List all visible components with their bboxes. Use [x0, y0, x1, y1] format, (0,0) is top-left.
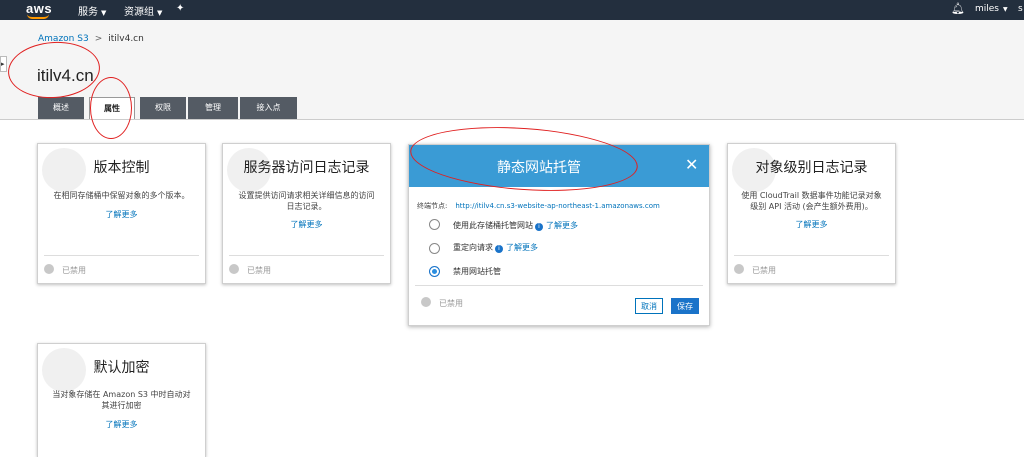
versioning-card[interactable]: 版本控制 在相同存储桶中保留对象的多个版本。 了解更多 已禁用 [37, 143, 206, 284]
aws-logo-smile [27, 14, 49, 19]
resource-groups-menu[interactable]: 资源组 ▼ [124, 3, 162, 18]
radio-disable-hosting[interactable] [429, 266, 440, 277]
user-menu[interactable]: miles ▼ [975, 4, 1008, 14]
chevron-down-icon: ▼ [157, 9, 163, 17]
object-level-logging-card[interactable]: 对象级别日志记录 使用 CloudTrail 数据事件功能记录对象级别 API … [727, 143, 896, 284]
annotation-circle-properties-tab [90, 77, 132, 139]
top-nav-bar: aws 服务 ▼ 资源组 ▼ ✦ 🔔︎ miles ▼ s [0, 0, 1024, 20]
default-encryption-card[interactable]: 默认加密 当对象存储在 Amazon S3 中时自动对其进行加密 了解更多 [37, 343, 206, 457]
card-title: 默认加密 [93, 360, 150, 376]
card-title: 对象级别日志记录 [755, 160, 868, 176]
learn-more-link[interactable]: 了解更多 [38, 209, 205, 220]
card-description: 在相同存储桶中保留对象的多个版本。 [53, 191, 190, 200]
breadcrumb-current: itilv4.cn [108, 34, 144, 44]
status-indicator [229, 264, 239, 274]
option-label: 重定向请求 [453, 243, 493, 252]
endpoint-label: 终端节点: [417, 202, 448, 210]
learn-more-link[interactable]: 了解更多 [38, 419, 205, 430]
bell-icon[interactable]: 🔔︎ [951, 2, 965, 15]
radio-redirect-requests[interactable] [429, 243, 440, 254]
chevron-down-icon: ▼ [101, 9, 107, 17]
card-divider [229, 255, 384, 256]
info-icon[interactable]: i [495, 245, 503, 253]
status-text: 已禁用 [752, 266, 776, 275]
close-icon[interactable]: ✕ [685, 155, 698, 174]
status-indicator [421, 297, 431, 307]
tab-divider [0, 119, 1024, 120]
card-description: 使用 CloudTrail 数据事件功能记录对象级别 API 活动 (会产生额外… [741, 191, 882, 211]
card-description: 当对象存储在 Amazon S3 中时自动对其进行加密 [52, 390, 191, 410]
card-divider [734, 255, 889, 256]
dialog-divider [415, 285, 703, 286]
radio-host-website[interactable] [429, 219, 440, 230]
status-text: 已禁用 [62, 266, 86, 275]
learn-more-link[interactable]: 了解更多 [506, 243, 538, 252]
card-title: 版本控制 [93, 160, 150, 176]
option-host-website: 使用此存储桶托管网站 i 了解更多 [453, 220, 578, 231]
breadcrumb-separator: > [94, 34, 103, 44]
region-menu[interactable]: s [1018, 4, 1023, 14]
services-menu[interactable]: 服务 ▼ [78, 3, 106, 18]
info-icon[interactable]: i [535, 223, 543, 231]
pin-icon[interactable]: ✦ [176, 3, 184, 14]
option-disable-hosting: 禁用网站托管 [453, 267, 501, 276]
status-text: 已禁用 [439, 299, 463, 308]
cancel-button[interactable]: 取消 [635, 298, 663, 314]
resource-groups-label: 资源组 [124, 7, 154, 18]
tab-permissions[interactable]: 权限 [140, 97, 186, 119]
tab-management[interactable]: 管理 [188, 97, 238, 119]
learn-more-link[interactable]: 了解更多 [728, 219, 895, 230]
learn-more-link[interactable]: 了解更多 [223, 219, 390, 230]
username: miles [975, 4, 999, 14]
server-access-logging-card[interactable]: 服务器访问日志记录 设置提供访问请求相关详细信息的访问日志记录。 了解更多 已禁… [222, 143, 391, 284]
save-button[interactable]: 保存 [671, 298, 699, 314]
tab-overview[interactable]: 概述 [38, 97, 84, 119]
sidebar-toggle[interactable]: ▸ [0, 56, 7, 72]
endpoint-url[interactable]: http://itilv4.cn.s3-website-ap-northeast… [455, 202, 659, 210]
learn-more-link[interactable]: 了解更多 [546, 221, 578, 230]
card-description: 设置提供访问请求相关详细信息的访问日志记录。 [238, 191, 375, 211]
status-indicator [44, 264, 54, 274]
card-title: 服务器访问日志记录 [243, 160, 370, 176]
tab-access-points[interactable]: 接入点 [240, 97, 297, 119]
status-text: 已禁用 [247, 266, 271, 275]
services-label: 服务 [78, 7, 98, 18]
endpoint-row: 终端节点: http://itilv4.cn.s3-website-ap-nort… [417, 201, 660, 211]
status-indicator [734, 264, 744, 274]
card-divider [44, 255, 199, 256]
chevron-down-icon: ▼ [1003, 6, 1008, 13]
option-redirect-requests: 重定向请求 i 了解更多 [453, 242, 538, 253]
option-label: 使用此存储桶托管网站 [453, 221, 533, 230]
